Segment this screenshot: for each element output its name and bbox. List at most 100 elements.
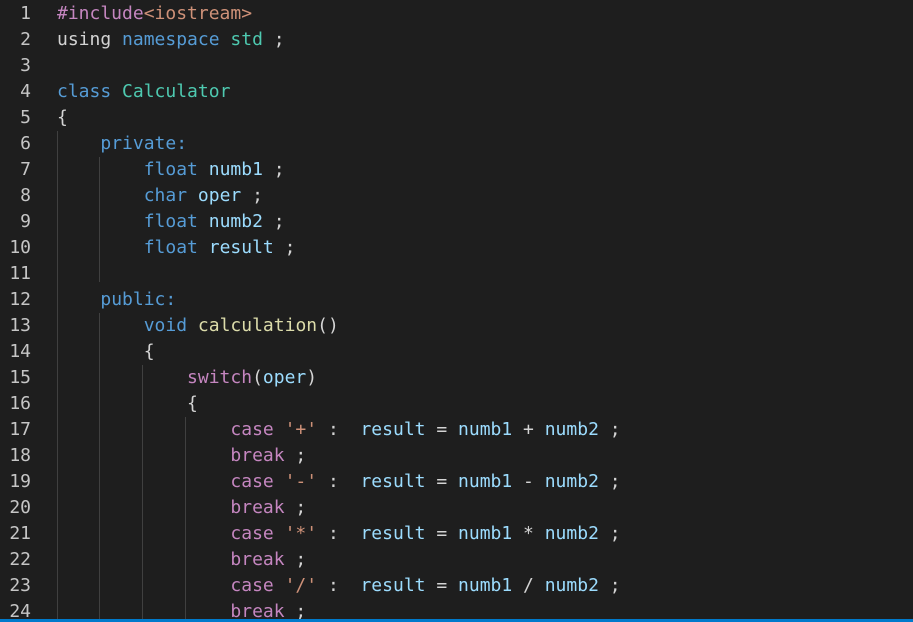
code-line[interactable]: 17 case '+' : result = numb1 + numb2 ; [0,417,913,443]
code-token: : [317,523,361,544]
code-line[interactable]: 21 case '*' : result = numb1 * numb2 ; [0,521,913,547]
code-token: '+' [284,419,318,440]
code-token: numb1 [458,523,513,544]
code-token: ; [262,29,285,50]
code-token: float [143,211,198,232]
code-token: / [512,575,545,596]
code-token: result [360,471,426,492]
code-token: case [230,523,274,544]
code-token: ; [598,419,621,440]
code-token: = [425,419,459,440]
code-token: : [317,471,361,492]
code-editor[interactable]: 1 #include<iostream> 2 using namespace std … [0,0,913,622]
code-token: ; [241,185,263,206]
line-number: 7 [20,159,31,180]
line-code: float numb2 ; [57,209,285,235]
line-number: 22 [9,549,31,570]
code-line[interactable]: 4 class Calculator [0,79,913,105]
line-number: 16 [9,393,31,414]
line-number: 1 [20,3,31,24]
line-number: 15 [9,367,31,388]
line-number: 18 [9,445,31,466]
code-token: numb2 [544,523,599,544]
code-token: #include [57,3,144,24]
code-line[interactable]: 20 break ; [0,495,913,521]
code-token: numb2 [208,211,263,232]
line-code: using namespace std ; [57,27,285,53]
code-line[interactable]: 11 [0,261,913,287]
code-line[interactable]: 22 break ; [0,547,913,573]
code-token: break [230,549,285,570]
code-line[interactable]: 12 public: [0,287,913,313]
code-token: result [360,419,426,440]
line-code: private: [57,131,187,157]
code-token: break [230,497,285,518]
line-number: 13 [9,315,31,336]
code-token: char [143,185,188,206]
line-code: class Calculator [57,79,230,105]
line-code: { [57,391,198,417]
line-number: 12 [9,289,31,310]
code-line[interactable]: 19 case '-' : result = numb1 - numb2 ; [0,469,913,495]
code-token: ; [262,211,285,232]
line-code: break ; [57,547,306,573]
code-line[interactable]: 1 #include<iostream> [0,1,913,27]
code-line[interactable]: 23 case '/' : result = numb1 / numb2 ; [0,573,913,599]
code-token: public: [100,289,177,310]
code-token: namespace [122,29,220,50]
line-code: { [57,105,68,131]
code-token: float [143,237,198,258]
line-number: 17 [9,419,31,440]
line-number: 4 [20,81,31,102]
line-code: void calculation() [57,313,339,339]
code-token: void [143,315,188,336]
line-code: break ; [57,495,306,521]
code-token: '/' [284,575,318,596]
code-line[interactable]: 5{ [0,105,913,131]
code-token: Calculator [122,81,231,102]
line-code: { [57,339,155,365]
line-number: 9 [20,211,31,232]
line-number: 5 [20,107,31,128]
line-code: case '/' : result = numb1 / numb2 ; [57,573,620,599]
code-line[interactable]: 7 float numb1 ; [0,157,913,183]
code-line[interactable]: 18 break ; [0,443,913,469]
code-token: oper [262,367,307,388]
code-line[interactable]: 6 private: [0,131,913,157]
line-code: break ; [57,443,306,469]
line-number: 20 [9,497,31,518]
code-token: numb2 [544,575,599,596]
code-line[interactable]: 13 void calculation() [0,313,913,339]
code-line[interactable]: 8 char oper ; [0,183,913,209]
code-token: - [512,471,545,492]
code-token: : [317,575,361,596]
code-line[interactable]: 2 using namespace std ; [0,27,913,53]
code-line[interactable]: 15 switch(oper) [0,365,913,391]
code-line[interactable]: 16 { [0,391,913,417]
line-number: 11 [9,263,31,284]
code-token: std [230,29,263,50]
code-token: class [57,81,112,102]
line-number: 8 [20,185,31,206]
code-token: using [57,29,123,50]
code-line[interactable]: 14 { [0,339,913,365]
code-line[interactable]: 3 [0,53,913,79]
code-token: { [57,393,198,414]
code-line[interactable]: 10 float result ; [0,235,913,261]
line-code: char oper ; [57,183,263,209]
code-line[interactable]: 9 float numb2 ; [0,209,913,235]
code-token: numb1 [458,471,513,492]
